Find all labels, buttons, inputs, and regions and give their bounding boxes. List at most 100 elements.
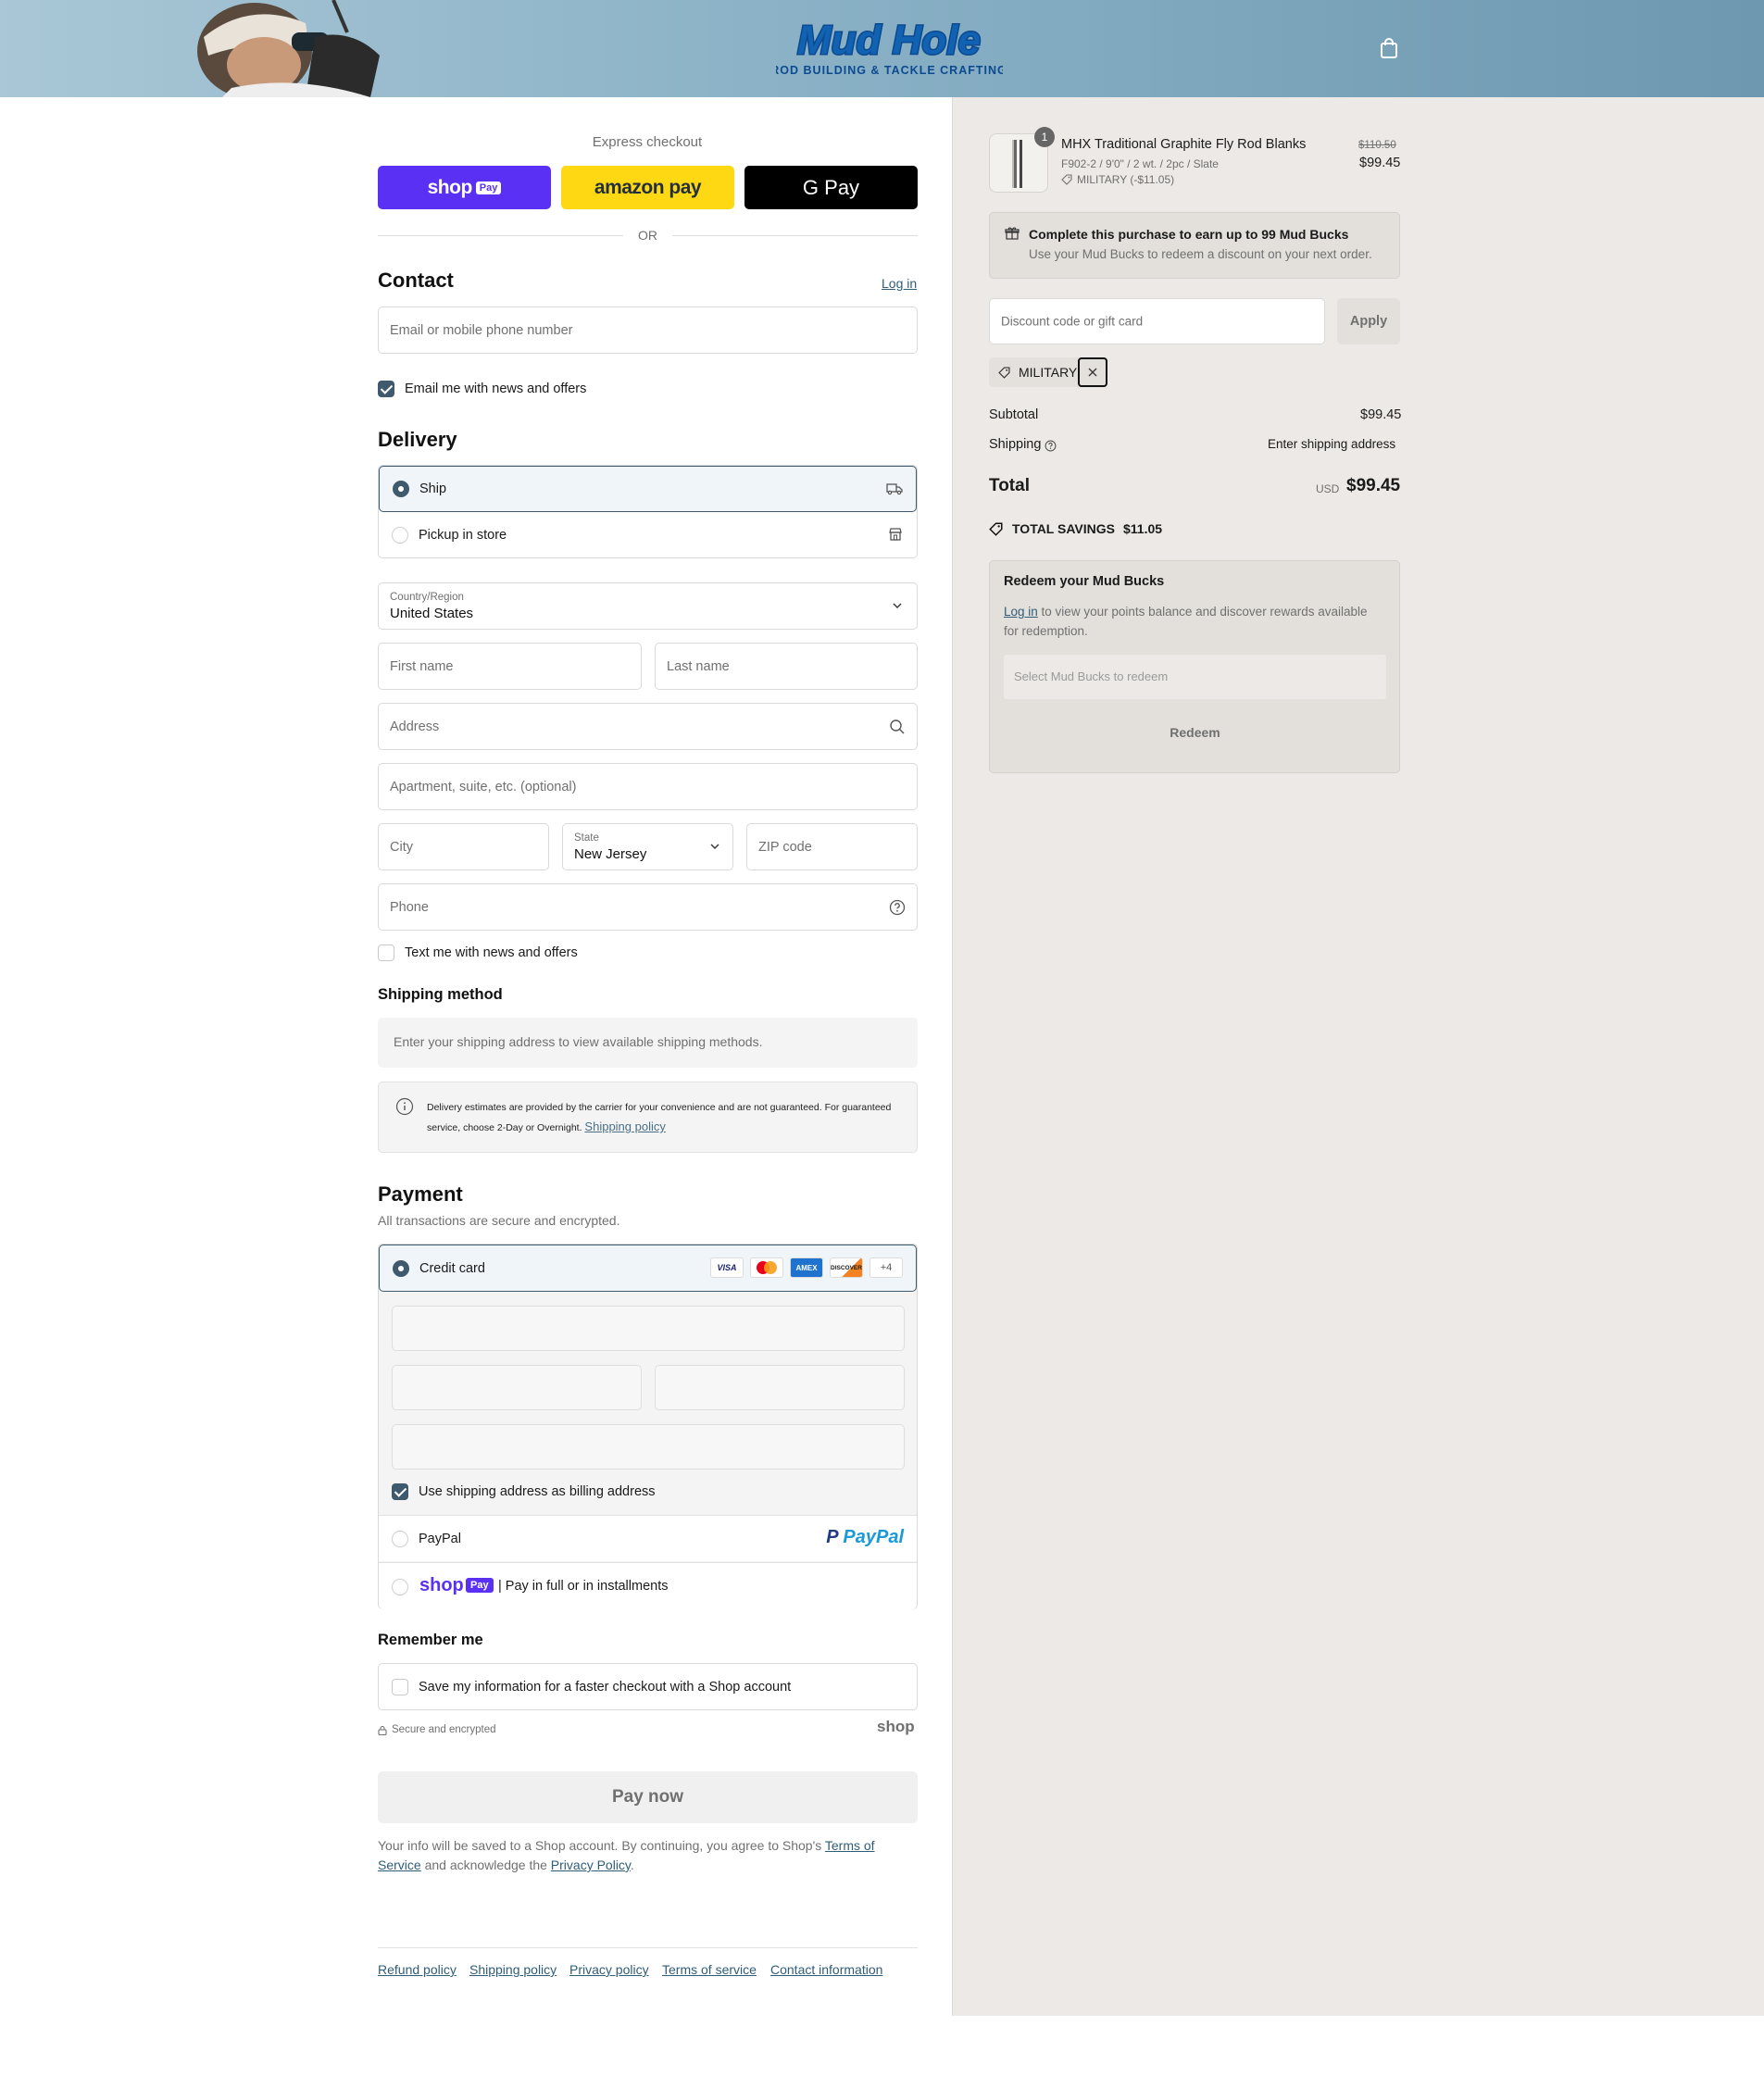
card-cvv-field[interactable] (655, 1365, 905, 1410)
redeem-panel: Redeem your Mud Bucks Log in to view you… (989, 560, 1400, 773)
total-savings-label: TOTAL SAVINGS (1012, 521, 1115, 536)
secure-encrypted-text: Secure and encrypted (392, 1724, 496, 1735)
email-opt-in-label: Email me with news and offers (405, 382, 587, 396)
rewards-banner: Complete this purchase to earn up to 99 … (989, 212, 1400, 279)
card-expiry-field[interactable] (392, 1365, 642, 1410)
apply-discount-button[interactable]: Apply (1337, 298, 1400, 344)
privacy-link[interactable]: Privacy Policy (551, 1858, 631, 1872)
amazon-pay-wordmark: amazon pay (594, 176, 702, 198)
legal-text-1: Your info will be saved to a Shop accoun… (378, 1838, 825, 1853)
first-name-field[interactable]: First name (378, 643, 642, 690)
footer-terms-of-service[interactable]: Terms of service (662, 1962, 757, 1977)
shop-pay-button[interactable]: shop Pay (378, 166, 551, 209)
first-name-placeholder: First name (390, 658, 454, 674)
delivery-option-pickup[interactable]: Pickup in store (379, 512, 917, 558)
terms-link-2[interactable]: Service (378, 1858, 421, 1872)
state-select[interactable]: State New Jersey (562, 823, 733, 870)
footer-shipping-policy[interactable]: Shipping policy (469, 1962, 557, 1977)
country-select[interactable]: Country/Region United States (378, 582, 918, 630)
shipping-policy-link[interactable]: Shipping policy (584, 1120, 665, 1133)
shipping-label: Shipping (989, 437, 1042, 452)
ship-radio[interactable] (393, 481, 409, 497)
site-header: Mud Hole Mud Hole ROD BUILDING & TACKLE … (0, 0, 1764, 97)
chevron-down-icon (710, 844, 719, 849)
city-field[interactable]: City (378, 823, 549, 870)
card-number-field[interactable] (392, 1306, 905, 1351)
shop-pay-badge: Pay (475, 181, 502, 194)
footer-contact-information[interactable]: Contact information (770, 1962, 882, 1977)
paypal-label: PayPal (419, 1531, 461, 1546)
more-cards-badge[interactable]: +4 (869, 1257, 903, 1278)
savings-tag-icon (989, 522, 1003, 536)
amex-icon: AMEX (790, 1257, 823, 1278)
total-savings-value: $11.05 (1123, 521, 1163, 536)
store-icon (889, 528, 902, 541)
payment-heading: Payment (378, 1182, 463, 1206)
rewards-subtitle: Use your Mud Bucks to redeem a discount … (1029, 247, 1372, 261)
or-divider: OR (378, 226, 918, 244)
save-info-box[interactable]: Save my information for a faster checkou… (378, 1663, 918, 1710)
search-icon[interactable] (889, 719, 906, 735)
google-pay-button[interactable]: G Pay (744, 166, 918, 209)
sms-opt-in-label: Text me with news and offers (405, 945, 578, 960)
card-name-field[interactable] (392, 1424, 905, 1470)
help-circle-icon[interactable] (1045, 440, 1057, 452)
applied-discount-pill: MILITARY (989, 357, 1107, 387)
delivery-notice: Delivery estimates are provided by the c… (378, 1082, 918, 1153)
pickup-radio[interactable] (392, 527, 408, 544)
shopping-bag-icon[interactable] (1379, 37, 1399, 59)
legal-text-3: . (630, 1858, 634, 1872)
redeem-login-link[interactable]: Log in (1004, 605, 1038, 619)
login-link[interactable]: Log in (882, 276, 917, 291)
footer-privacy-policy[interactable]: Privacy policy (569, 1962, 649, 1977)
remove-discount-button[interactable] (1078, 357, 1107, 387)
state-value: New Jersey (574, 846, 647, 862)
address-field[interactable]: Address (378, 703, 918, 750)
delivery-option-ship[interactable]: Ship (379, 466, 917, 512)
delivery-heading: Delivery (378, 428, 457, 451)
redeem-select[interactable]: Select Mud Bucks to redeem (1004, 655, 1386, 699)
close-icon (1088, 368, 1097, 377)
shop-pay-radio[interactable] (392, 1579, 408, 1595)
zip-field[interactable]: ZIP code (746, 823, 918, 870)
paypal-radio[interactable] (392, 1531, 408, 1547)
legal-text: Your info will be saved to a Shop accoun… (378, 1836, 918, 1875)
mud-hole-logo[interactable]: Mud Hole Mud Hole ROD BUILDING & TACKLE … (776, 13, 1003, 80)
total-label: Total (989, 476, 1030, 495)
apartment-placeholder: Apartment, suite, etc. (optional) (390, 779, 577, 794)
city-placeholder: City (390, 839, 413, 855)
last-name-field[interactable]: Last name (655, 643, 918, 690)
footer-refund-policy[interactable]: Refund policy (378, 1962, 457, 1977)
pickup-label: Pickup in store (419, 528, 507, 543)
sms-opt-in-checkbox[interactable] (378, 944, 394, 961)
pay-now-button[interactable]: Pay now (378, 1771, 918, 1823)
billing-same-checkbox[interactable] (392, 1483, 408, 1500)
redeem-text-2: for redemption. (1004, 624, 1088, 638)
country-label: Country/Region (390, 592, 464, 603)
paypal-logo-text: PayPal (843, 1527, 904, 1547)
redeem-title: Redeem your Mud Bucks (1004, 574, 1165, 589)
chevron-down-icon (893, 603, 902, 608)
state-label: State (574, 832, 599, 844)
truck-icon (886, 483, 903, 495)
redeem-button[interactable]: Redeem (1004, 714, 1386, 751)
discount-code-field[interactable]: Discount code or gift card (989, 298, 1325, 344)
email-opt-in-checkbox[interactable] (378, 381, 394, 397)
phone-field[interactable]: Phone (378, 883, 918, 931)
terms-link[interactable]: Terms of (825, 1838, 875, 1853)
redeem-text-1: to view your points balance and discover… (1037, 605, 1368, 619)
amazon-pay-button[interactable]: amazon pay (561, 166, 734, 209)
payment-option-shop-pay[interactable]: shop Pay | Pay in full or in installment… (379, 1562, 917, 1609)
credit-card-label: Credit card (419, 1260, 485, 1276)
subtotal-value: $99.45 (1360, 407, 1402, 422)
rewards-title: Complete this purchase to earn up to 99 … (1029, 227, 1349, 242)
email-field[interactable]: Email or mobile phone number (378, 306, 918, 354)
shop-pay-wordmark: shop (427, 176, 473, 198)
credit-card-radio[interactable] (393, 1260, 409, 1277)
save-info-checkbox[interactable] (392, 1679, 408, 1695)
payment-option-paypal[interactable]: PayPal P PayPal (379, 1515, 917, 1561)
discover-icon: DISCOVER (830, 1257, 863, 1278)
apartment-field[interactable]: Apartment, suite, etc. (optional) (378, 763, 918, 810)
help-circle-icon[interactable] (889, 899, 906, 916)
lock-icon (378, 1725, 387, 1735)
